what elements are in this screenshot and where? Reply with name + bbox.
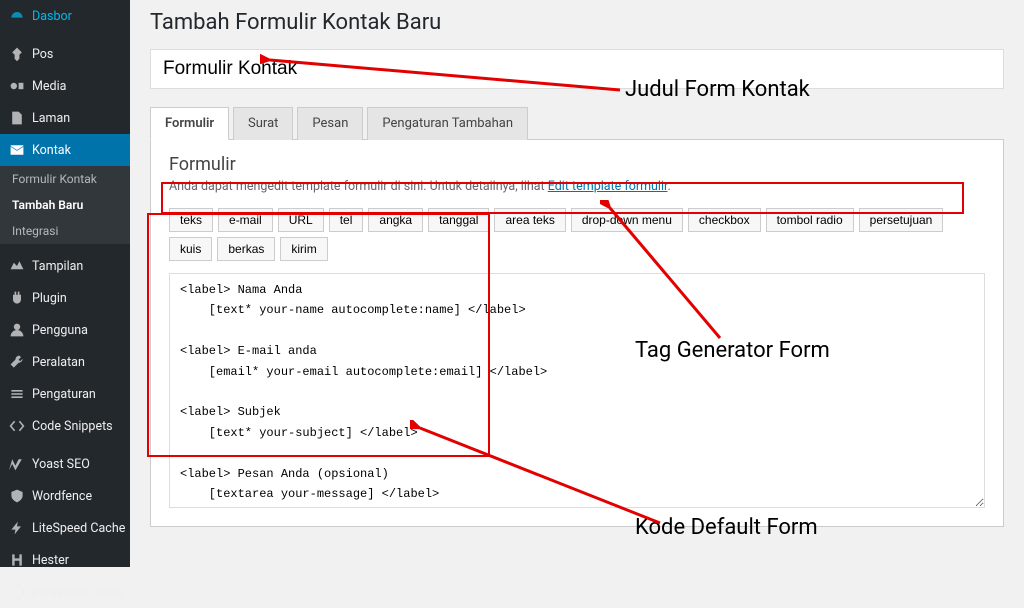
sidebar-label: Pengaturan [32, 387, 96, 402]
panel-description: Anda dapat mengedit template formulir di… [169, 179, 985, 194]
sidebar-label: Media [32, 79, 66, 94]
sidebar-item-pengaturan[interactable]: Pengaturan [0, 378, 130, 410]
tag-teks[interactable]: teks [169, 208, 213, 232]
yoast-icon [8, 455, 26, 473]
h-icon [8, 551, 26, 569]
sidebar-item-laman[interactable]: Laman [0, 102, 130, 134]
tag-radio[interactable]: tombol radio [766, 208, 854, 232]
sidebar-label: Pos [32, 47, 53, 62]
form-title-input[interactable] [150, 49, 1004, 89]
sidebar-item-wordfence[interactable]: Wordfence [0, 480, 130, 512]
tag-kirim[interactable]: kirim [280, 237, 327, 261]
sidebar-label: Hester [32, 553, 69, 568]
tag-tanggal[interactable]: tanggal [428, 208, 489, 232]
form-panel: Formulir Anda dapat mengedit template fo… [150, 140, 1004, 527]
tag-area-teks[interactable]: area teks [494, 208, 565, 232]
sidebar-label: Peralatan [32, 355, 85, 370]
sidebar-submenu: Formulir Kontak Tambah Baru Integrasi [0, 166, 130, 244]
tab-surat[interactable]: Surat [233, 107, 293, 140]
sidebar-item-pengguna[interactable]: Pengguna [0, 314, 130, 346]
sidebar-label: Dasbor [32, 9, 72, 24]
appearance-icon [8, 257, 26, 275]
sidebar-label: Plugin [32, 291, 67, 306]
user-icon [8, 321, 26, 339]
shield-icon [8, 487, 26, 505]
edit-template-link[interactable]: Edit template formulir [548, 179, 668, 194]
plugin-icon [8, 289, 26, 307]
dashboard-icon [8, 7, 26, 25]
tag-persetujuan[interactable]: persetujuan [859, 208, 944, 232]
sidebar-item-plugin[interactable]: Plugin [0, 282, 130, 314]
tag-email[interactable]: e-mail [218, 208, 273, 232]
sidebar-label: LiteSpeed Cache [32, 521, 125, 536]
collapse-icon [8, 583, 26, 601]
sidebar-item-code-snippets[interactable]: Code Snippets [0, 410, 130, 442]
panel-heading: Formulir [169, 154, 985, 175]
sidebar-item-peralatan[interactable]: Peralatan [0, 346, 130, 378]
page-icon [8, 109, 26, 127]
tag-generator-row: teks e-mail URL tel angka tanggal area t… [169, 202, 985, 269]
sidebar-item-hester[interactable]: Hester [0, 544, 130, 576]
sidebar-item-pos[interactable]: Pos [0, 38, 130, 70]
sidebar-item-media[interactable]: Media [0, 70, 130, 102]
sidebar-label: Yoast SEO [32, 457, 90, 472]
tab-pengaturan-tambahan[interactable]: Pengaturan Tambahan [367, 107, 528, 140]
tab-formulir[interactable]: Formulir [150, 107, 229, 140]
sidebar-item-tampilan[interactable]: Tampilan [0, 250, 130, 282]
tab-bar: Formulir Surat Pesan Pengaturan Tambahan [150, 107, 1004, 140]
sidebar-item-collapse[interactable]: Persempit menu [0, 576, 130, 608]
page-title: Tambah Formulir Kontak Baru [150, 10, 1004, 35]
tag-angka[interactable]: angka [368, 208, 423, 232]
sidebar-label: Persempit menu [32, 585, 123, 600]
bolt-icon [8, 519, 26, 537]
tag-url[interactable]: URL [278, 208, 324, 232]
sidebar-item-litespeed[interactable]: LiteSpeed Cache [0, 512, 130, 544]
media-icon [8, 77, 26, 95]
tab-pesan[interactable]: Pesan [297, 107, 363, 140]
tag-checkbox[interactable]: checkbox [688, 208, 761, 232]
form-template-textarea[interactable] [169, 273, 985, 508]
sidebar-item-kontak[interactable]: Kontak [0, 134, 130, 166]
tag-dropdown[interactable]: drop-down menu [571, 208, 683, 232]
sidebar-label: Code Snippets [32, 419, 113, 434]
tag-tel[interactable]: tel [329, 208, 364, 232]
admin-sidebar: Dasbor Pos Media Laman Kontak Formulir K… [0, 0, 130, 567]
mail-icon [8, 141, 26, 159]
submenu-integrasi[interactable]: Integrasi [0, 218, 130, 244]
sidebar-label: Laman [32, 111, 70, 126]
main-content: Tambah Formulir Kontak Baru Formulir Sur… [130, 0, 1024, 567]
settings-icon [8, 385, 26, 403]
tag-kuis[interactable]: kuis [169, 237, 212, 261]
sidebar-item-dasbor[interactable]: Dasbor [0, 0, 130, 32]
submenu-formulir-kontak[interactable]: Formulir Kontak [0, 166, 130, 192]
pin-icon [8, 45, 26, 63]
sidebar-item-yoast[interactable]: Yoast SEO [0, 448, 130, 480]
tool-icon [8, 353, 26, 371]
submenu-tambah-baru[interactable]: Tambah Baru [0, 192, 130, 218]
code-icon [8, 417, 26, 435]
sidebar-label: Pengguna [32, 323, 88, 338]
sidebar-label: Tampilan [32, 259, 83, 274]
tag-berkas[interactable]: berkas [217, 237, 275, 261]
sidebar-label: Kontak [32, 143, 71, 158]
sidebar-label: Wordfence [32, 489, 92, 504]
